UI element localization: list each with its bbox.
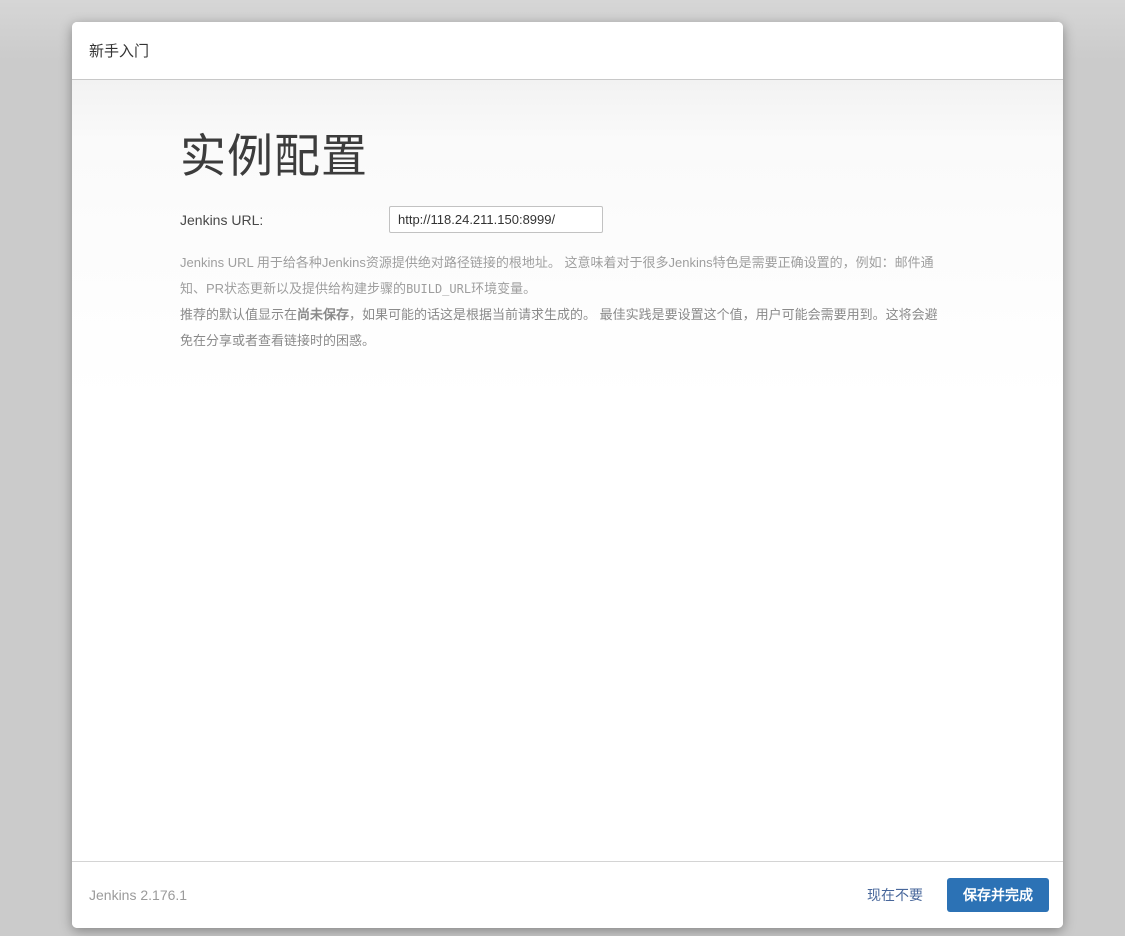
page-title: 实例配置	[180, 120, 945, 186]
not-now-link[interactable]: 现在不要	[867, 885, 923, 905]
wizard-content: 实例配置 Jenkins URL: Jenkins URL 用于给各种Jenki…	[72, 80, 1063, 861]
wizard-footer: Jenkins 2.176.1 现在不要 保存并完成	[72, 861, 1063, 928]
default-value-description: 推荐的默认值显示在尚未保存，如果可能的话这是根据当前请求生成的。 最佳实践是要设…	[180, 302, 945, 354]
wizard-title: 新手入门	[89, 40, 149, 61]
jenkins-url-label: Jenkins URL:	[180, 212, 389, 228]
jenkins-version-label: Jenkins 2.176.1	[89, 887, 187, 903]
wizard-header: 新手入门	[72, 22, 1063, 80]
build-url-code: BUILD_URL	[406, 282, 471, 296]
description1-text: Jenkins URL 用于给各种Jenkins资源提供绝对路径链接的根地址。 …	[180, 255, 934, 296]
description2-text: 推荐的默认值显示在	[180, 307, 297, 322]
not-saved-emphasis: 尚未保存	[297, 307, 349, 322]
footer-actions: 现在不要 保存并完成	[867, 878, 1049, 912]
jenkins-url-input[interactable]	[389, 206, 603, 233]
jenkins-url-form-row: Jenkins URL:	[180, 206, 945, 233]
jenkins-url-description: Jenkins URL 用于给各种Jenkins资源提供绝对路径链接的根地址。 …	[180, 250, 945, 302]
setup-wizard-modal: 新手入门 实例配置 Jenkins URL: Jenkins URL 用于给各种…	[72, 22, 1063, 928]
description1-tail: 环境变量。	[471, 281, 536, 296]
save-and-finish-button[interactable]: 保存并完成	[947, 878, 1049, 912]
